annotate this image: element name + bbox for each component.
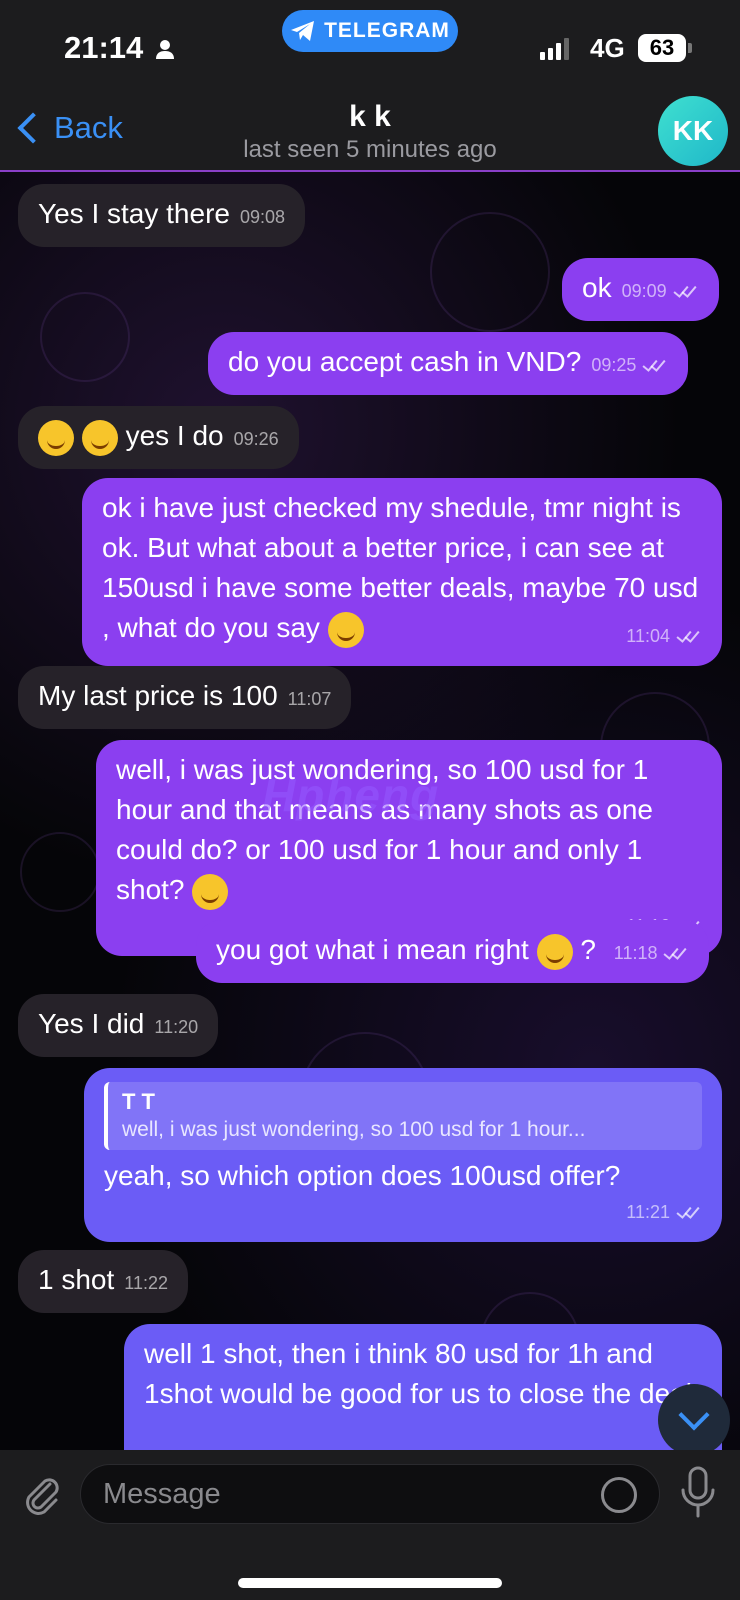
- message-time: 09:25: [591, 355, 637, 375]
- watermark-logo: Hpheng: [262, 769, 440, 821]
- message-text: ok: [582, 272, 612, 303]
- message-bubble-outgoing-reply[interactable]: T T well, i was just wondering, so 100 u…: [84, 1068, 722, 1242]
- message-text: Yes I stay there: [38, 198, 230, 229]
- read-ticks-icon: [673, 283, 699, 297]
- signal-icon: [540, 38, 569, 60]
- message-time: 11:22: [124, 1273, 168, 1293]
- message-text: you got what i mean right: [216, 934, 529, 965]
- scroll-down-icon: [678, 1399, 710, 1431]
- message-time: 09:09: [621, 281, 667, 301]
- message-bubble-incoming[interactable]: Yes I stay there 09:08: [18, 184, 306, 247]
- message-input[interactable]: [103, 1465, 563, 1523]
- message-text: well 1 shot, then i think 80 usd for 1h …: [144, 1338, 692, 1409]
- thinking-emoji-icon: [327, 611, 364, 648]
- message-text: My last price is 100: [38, 680, 278, 711]
- reply-author: T T: [122, 1089, 155, 1114]
- message-bubble-outgoing[interactable]: well 1 shot, then i think 80 usd for 1h …: [124, 1324, 722, 1450]
- app-pill-label: TELEGRAM: [324, 19, 450, 42]
- sticker-icon[interactable]: [601, 1477, 637, 1513]
- read-ticks-icon: [642, 357, 668, 371]
- reply-quote[interactable]: T T well, i was just wondering, so 100 u…: [104, 1082, 702, 1150]
- grinning-emoji-icon: [536, 933, 573, 970]
- network-type: 4G: [590, 33, 625, 63]
- smiling-emoji-icon: [38, 419, 74, 456]
- message-bubble-incoming[interactable]: My last price is 100 11:07: [18, 666, 352, 729]
- read-ticks-icon: [676, 628, 702, 642]
- clock: 21:14: [64, 30, 144, 65]
- message-field[interactable]: [80, 1464, 660, 1524]
- message-text: 1 shot: [38, 1264, 115, 1295]
- message-time: 11:04: [626, 626, 670, 646]
- paperclip-icon[interactable]: [20, 1472, 64, 1516]
- message-bubble-outgoing[interactable]: do you accept cash in VND? 09:25: [208, 332, 689, 395]
- microphone-icon[interactable]: [680, 1466, 716, 1520]
- thinking-emoji-icon: [192, 873, 229, 910]
- scroll-down-button[interactable]: [658, 1384, 730, 1450]
- message-bubble-outgoing[interactable]: ok 09:09: [562, 258, 719, 321]
- wallpaper-doodle: [40, 292, 130, 382]
- message-time: 11:18: [613, 943, 658, 963]
- composer-bar: [0, 1450, 740, 1600]
- message-text: ok i have just checked my shedule, tmr n…: [102, 492, 699, 643]
- battery-level: 63: [649, 35, 675, 60]
- message-bubble-incoming[interactable]: Yes I did 11:20: [18, 994, 219, 1057]
- home-indicator[interactable]: [238, 1578, 502, 1588]
- message-text: do you accept cash in VND?: [228, 346, 582, 377]
- contact-name[interactable]: k k: [0, 100, 740, 134]
- smiling-emoji-icon: [81, 419, 118, 456]
- message-bubble-outgoing[interactable]: ok i have just checked my shedule, tmr n…: [82, 478, 722, 666]
- message-time: 11:20: [154, 1017, 199, 1037]
- message-time: 11:21: [626, 1202, 670, 1222]
- message-bubble-incoming[interactable]: 1 shot 11:22: [18, 1250, 188, 1313]
- message-list[interactable]: Yes I stay there 09:08 ok 09:09 do you acc…: [0, 172, 740, 1450]
- message-text: yes I do: [125, 420, 224, 451]
- message-text: Yes I did: [38, 1008, 145, 1039]
- telegram-app-pill[interactable]: TELEGRAM: [282, 10, 458, 52]
- read-ticks-icon: [663, 945, 689, 959]
- wallpaper-doodle: [430, 212, 550, 332]
- telegram-icon: [291, 21, 315, 41]
- avatar[interactable]: KK: [658, 96, 728, 166]
- message-time: 11:07: [287, 689, 332, 709]
- message-bubble-outgoing[interactable]: you got what i mean right ? 11:18: [196, 920, 710, 983]
- last-seen-status: last seen 5 minutes ago: [243, 136, 497, 163]
- chat-header: Back k k last seen 5 minutes ago KK: [0, 96, 740, 172]
- wallpaper-doodle: [20, 832, 100, 912]
- reply-snippet: well, i was just wondering, so 100 usd f…: [122, 1118, 586, 1141]
- battery-icon: 63: [638, 34, 692, 62]
- message-time: 09:26: [233, 429, 279, 449]
- message-bubble-incoming[interactable]: yes I do 09:26: [18, 406, 299, 469]
- message-time: 09:08: [239, 207, 286, 227]
- message-text: yeah, so which option does 100usd offer?: [104, 1160, 621, 1191]
- status-bar: 21:14 TELEGRAM 4G 63: [0, 0, 740, 100]
- person-icon: [156, 40, 174, 59]
- read-ticks-icon: [676, 1204, 702, 1218]
- message-text-suffix: ?: [580, 934, 596, 965]
